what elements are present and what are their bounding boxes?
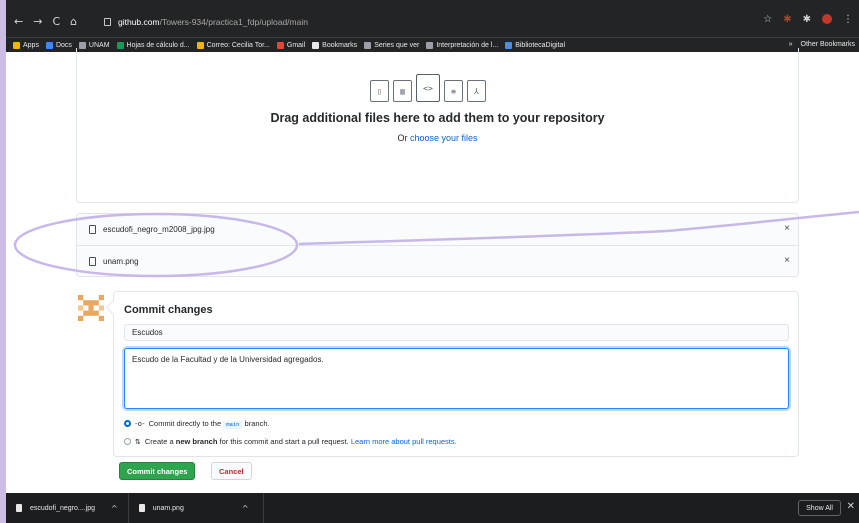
bookmark-icon	[45, 41, 53, 49]
cancel-button[interactable]: Cancel	[211, 462, 252, 480]
download-item[interactable]: escudofi_negro....jpg ^	[6, 493, 129, 523]
branch-name-badge: main	[223, 421, 243, 429]
choose-files-link[interactable]: choose your files	[410, 133, 478, 143]
commit-direct-option[interactable]: -o- Commit directly to the main branch.	[124, 419, 270, 429]
new-branch-option[interactable]: ⇅ Create a new branch for this commit an…	[124, 437, 457, 446]
zip-file-icon: ▯	[370, 80, 389, 102]
file-icon	[16, 504, 22, 512]
pull-request-icon: ⇅	[135, 437, 141, 446]
direct-pre: Commit directly to the	[148, 419, 224, 428]
address-bar: ← → C ⌂ github.com/Towers-934/practica1_…	[6, 0, 859, 37]
back-icon[interactable]: ←	[14, 16, 23, 28]
bookmark-label: Apps	[23, 41, 39, 49]
menu-icon[interactable]: ⋮	[843, 14, 853, 25]
dropzone-subtitle: Or choose your files	[77, 133, 798, 143]
browser-window: ← → C ⌂ github.com/Towers-934/practica1_…	[6, 0, 859, 523]
dropzone-title: Drag additional files here to add them t…	[270, 111, 605, 125]
close-icon[interactable]: ✕	[847, 501, 855, 512]
file-row: unam.png ×	[77, 245, 798, 276]
bookmark-label: Docs	[55, 41, 72, 49]
radio-new-branch[interactable]	[124, 438, 131, 445]
bookmark-icon	[13, 41, 20, 49]
file-name: unam.png	[103, 256, 139, 266]
commit-description-textarea[interactable]: Escudo de la Facultad y de la Universida…	[124, 348, 789, 409]
new-pre: Create a	[144, 437, 176, 446]
puzzle-icon[interactable]: ✱	[803, 14, 811, 25]
remove-file-icon[interactable]: ×	[784, 223, 790, 234]
chevron-up-icon[interactable]: ^	[111, 504, 118, 513]
new-branch-label: Create a new branch for this commit and …	[145, 437, 457, 446]
home-icon[interactable]: ⌂	[70, 16, 77, 28]
pdf-file-icon: ⅄	[467, 80, 486, 102]
other-bookmarks[interactable]: Other Bookmarks	[801, 41, 855, 48]
chevron-up-icon[interactable]: ^	[242, 504, 249, 513]
commit-changes-button[interactable]: Commit changes	[119, 462, 196, 480]
learn-more-link[interactable]: Learn more about pull requests.	[351, 437, 457, 446]
downloads-bar: escudofi_negro....jpg ^ unam.png ^ Show …	[6, 493, 859, 523]
download-label: escudofi_negro....jpg	[30, 504, 95, 512]
toolbar-icons: ☆ ✱ ✱ ⋮	[763, 14, 853, 25]
new-post: for this commit and start a pull request…	[217, 437, 351, 446]
commit-form: Commit changes Escudo de la Facultad y d…	[113, 291, 799, 457]
url-host: github.com	[118, 17, 160, 27]
or-text: Or	[397, 133, 410, 143]
avatar-icon[interactable]	[822, 14, 832, 24]
download-label: unam.png	[152, 504, 184, 512]
lock-icon	[104, 18, 111, 26]
file-icon	[89, 256, 96, 266]
extensions-icon[interactable]: ✱	[783, 14, 791, 25]
show-all-button[interactable]: Show All	[798, 500, 841, 516]
direct-option-label: Commit directly to the main branch.	[148, 419, 270, 429]
document-file-icon: ≡	[444, 80, 463, 102]
new-branch-bold: new branch	[175, 437, 218, 446]
uploaded-file-list: escudofi_negro_m2008_jpg.jpg × unam.png …	[76, 213, 799, 277]
star-icon[interactable]: ☆	[763, 14, 772, 25]
url-path: /Towers-934/practica1_fdp/upload/main	[159, 17, 308, 27]
file-icon	[138, 504, 145, 512]
chart-file-icon: ▥	[393, 80, 412, 102]
file-type-icons: ▯ ▥ <> ≡ ⅄	[370, 74, 486, 102]
commit-title: Commit changes	[124, 304, 213, 316]
file-icon	[89, 225, 96, 234]
commit-icon: -o-	[135, 419, 145, 428]
github-upload-page: ▯ ▥ <> ≡ ⅄ Drag additional files here to…	[6, 48, 859, 493]
download-item[interactable]: unam.png ^	[129, 493, 264, 523]
bookmark-item[interactable]: Apps	[13, 41, 39, 49]
file-dropzone[interactable]: ▯ ▥ <> ≡ ⅄ Drag additional files here to…	[76, 48, 799, 203]
commit-summary-input[interactable]	[124, 324, 789, 341]
bookmark-item[interactable]: Docs	[45, 41, 72, 49]
user-avatar	[78, 295, 104, 321]
url-field[interactable]: github.com/Towers-934/practica1_fdp/uplo…	[104, 15, 308, 29]
bookmarks-more-icon[interactable]: »	[789, 41, 793, 48]
reload-icon[interactable]: C	[52, 16, 60, 28]
nav-buttons: ← → C ⌂	[14, 16, 77, 28]
file-row: escudofi_negro_m2008_jpg.jpg ×	[77, 214, 798, 245]
remove-file-icon[interactable]: ×	[784, 255, 790, 266]
radio-direct[interactable]	[124, 420, 131, 427]
direct-post: branch.	[242, 419, 270, 428]
code-file-icon: <>	[416, 74, 440, 102]
forward-icon[interactable]: →	[33, 16, 42, 28]
file-name: escudofi_negro_m2008_jpg.jpg	[103, 225, 215, 234]
